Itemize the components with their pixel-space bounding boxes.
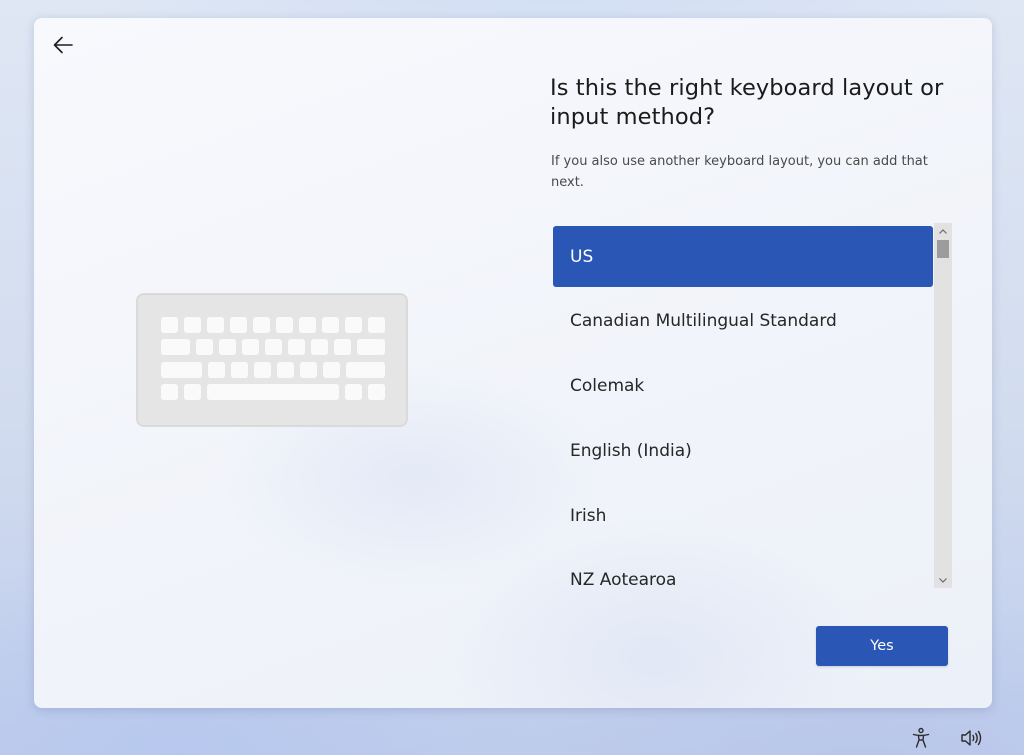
layout-item-label: Canadian Multilingual Standard bbox=[570, 311, 837, 332]
layout-item-label: NZ Aotearoa bbox=[570, 570, 677, 591]
accessibility-icon bbox=[912, 727, 930, 748]
layout-item-canadian-multilingual-standard[interactable]: Canadian Multilingual Standard bbox=[553, 291, 933, 352]
layout-item-label: US bbox=[570, 246, 594, 267]
page-title: Is this the right keyboard layout or inp… bbox=[550, 75, 944, 130]
accessibility-button[interactable] bbox=[910, 727, 932, 749]
back-arrow-icon bbox=[53, 36, 73, 54]
layout-item-nz-aotearoa[interactable]: NZ Aotearoa bbox=[553, 550, 933, 596]
layout-item-irish[interactable]: Irish bbox=[553, 485, 933, 546]
yes-button[interactable]: Yes bbox=[816, 626, 948, 666]
layout-item-english-india[interactable]: English (India) bbox=[553, 420, 933, 481]
keyboard-layout-list[interactable]: US Canadian Multilingual Standard Colema… bbox=[553, 226, 933, 596]
layout-item-us[interactable]: US bbox=[553, 226, 933, 287]
chevron-up-icon bbox=[939, 228, 947, 234]
layout-item-label: Colemak bbox=[570, 376, 645, 397]
layout-item-label: English (India) bbox=[570, 440, 692, 461]
chevron-down-icon bbox=[939, 577, 947, 583]
scroll-up-button[interactable] bbox=[934, 224, 952, 238]
scroll-down-button[interactable] bbox=[934, 573, 952, 587]
back-button[interactable] bbox=[48, 31, 78, 59]
layout-item-colemak[interactable]: Colemak bbox=[553, 356, 933, 417]
list-scrollbar[interactable] bbox=[934, 223, 952, 588]
layout-item-label: Irish bbox=[570, 505, 607, 526]
volume-icon bbox=[961, 730, 982, 746]
volume-button[interactable] bbox=[958, 727, 984, 749]
setup-card: Is this the right keyboard layout or inp… bbox=[34, 18, 992, 708]
page-subtitle: If you also use another keyboard layout,… bbox=[551, 154, 928, 190]
keyboard-icon bbox=[136, 293, 408, 427]
scroll-thumb[interactable] bbox=[937, 240, 949, 258]
